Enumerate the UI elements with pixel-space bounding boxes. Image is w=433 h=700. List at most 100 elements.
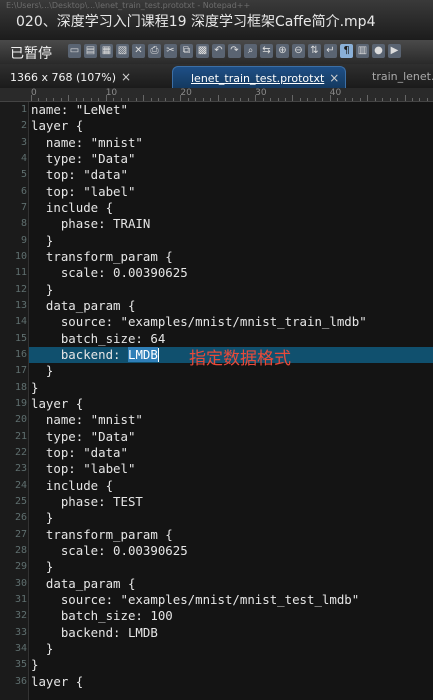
wrap-icon[interactable]: ↵: [324, 44, 337, 58]
ruler-mark: [329, 95, 331, 101]
code-line[interactable]: top: "label": [31, 461, 136, 477]
code-line[interactable]: name: "mnist": [31, 135, 143, 151]
save-all-icon[interactable]: ▧: [116, 44, 129, 58]
undo-icon[interactable]: ↶: [212, 44, 225, 58]
code-line[interactable]: }: [31, 233, 53, 249]
code-line[interactable]: source: "examples/mnist/mnist_train_lmdb…: [31, 314, 367, 330]
find-icon[interactable]: ⌕: [244, 44, 257, 58]
code-line[interactable]: }: [31, 363, 53, 379]
ruler-mark: [277, 98, 279, 101]
code-line[interactable]: source: "examples/mnist/mnist_test_lmdb": [31, 592, 359, 608]
code-line[interactable]: scale: 0.00390625: [31, 265, 188, 281]
code-line[interactable]: }: [31, 559, 53, 575]
code-line[interactable]: type: "Data": [31, 151, 136, 167]
code-line[interactable]: }: [31, 641, 53, 657]
sync-icon[interactable]: ⇅: [308, 44, 321, 58]
code-editor[interactable]: 1 2 3 4 5 6 7 8 9 10 11 12 13 14 15 16 17 18 19 20 21 22 23 24 2…: [0, 102, 433, 700]
code-line[interactable]: batch_size: 100: [31, 608, 173, 624]
print-icon[interactable]: ⎙: [148, 44, 161, 58]
ruler-mark: [120, 98, 122, 101]
code-line[interactable]: phase: TEST: [31, 494, 143, 510]
open-file-icon[interactable]: ▤: [84, 44, 97, 58]
indent-guide-icon[interactable]: ▥: [356, 44, 369, 58]
ruler-mark: [359, 98, 361, 101]
paste-icon[interactable]: ▩: [196, 44, 209, 58]
code-line[interactable]: top: "label": [31, 184, 136, 200]
code-line[interactable]: name: "mnist": [31, 412, 143, 428]
red-annotation: 指定数据格式: [189, 348, 291, 369]
code-line[interactable]: data_param {: [31, 576, 136, 592]
tab-lenet-train-test[interactable]: lenet_train_test.prototxt ×: [172, 66, 346, 88]
code-line[interactable]: type: "Data": [31, 429, 136, 445]
close-icon[interactable]: ✕: [132, 44, 145, 58]
code-line[interactable]: top: "data": [31, 167, 128, 183]
tab-train-lenet[interactable]: train_lenet.sh: [352, 66, 433, 88]
copy-icon[interactable]: ⧉: [180, 44, 193, 58]
tab-label: lenet_train_test.prototxt: [191, 72, 325, 85]
line-number: 16: [14, 348, 27, 360]
code-line[interactable]: layer {: [31, 674, 83, 690]
show-all-icon[interactable]: ¶: [340, 44, 353, 58]
ruler-mark: [404, 95, 406, 101]
code-line[interactable]: top: "data": [31, 445, 128, 461]
ruler-mark: [157, 98, 159, 101]
code-line[interactable]: transform_param {: [31, 527, 173, 543]
ruler-mark: [45, 98, 47, 101]
ruler-mark: [389, 98, 391, 101]
window-path: E:\Users\...\Desktop\...\lenet_train_tes…: [6, 1, 251, 10]
code-line[interactable]: scale: 0.00390625: [31, 543, 188, 559]
code-line[interactable]: data_param {: [31, 298, 136, 314]
macro-play-icon[interactable]: ▶: [388, 44, 401, 58]
save-icon[interactable]: ▦: [100, 44, 113, 58]
line-number: 11: [14, 267, 27, 279]
line-number: 17: [14, 365, 27, 377]
ruler-mark: [299, 98, 301, 101]
line-number: 31: [14, 593, 27, 605]
macro-record-icon[interactable]: ●: [372, 44, 385, 58]
zoom-in-icon[interactable]: ⊕: [276, 44, 289, 58]
ruler-mark: [98, 98, 100, 101]
ruler-mark: [344, 98, 346, 101]
line-number: 28: [14, 544, 27, 556]
replace-icon[interactable]: ⇆: [260, 44, 273, 58]
ruler-tick-label: 10: [105, 88, 118, 98]
line-number: 34: [14, 642, 27, 654]
redo-icon[interactable]: ↷: [228, 44, 241, 58]
code-line[interactable]: }: [31, 282, 53, 298]
ruler-mark: [53, 98, 55, 101]
code-line[interactable]: }: [31, 510, 53, 526]
code-line[interactable]: batch_size: 64: [31, 331, 165, 347]
code-line[interactable]: phase: TRAIN: [31, 216, 151, 232]
close-icon[interactable]: ×: [121, 70, 131, 84]
code-line[interactable]: name: "LeNet": [31, 102, 128, 118]
code-line[interactable]: backend: LMDB: [31, 346, 159, 363]
ruler-mark: [172, 98, 174, 101]
code-line[interactable]: }: [31, 380, 38, 396]
line-number: 29: [14, 561, 27, 573]
ruler-mark: [135, 98, 137, 101]
text-caret: [157, 348, 159, 363]
ruler-mark: [374, 98, 376, 101]
ruler-mark: [426, 98, 428, 101]
code-line[interactable]: include {: [31, 200, 113, 216]
cut-icon[interactable]: ✂: [164, 44, 177, 58]
toolbar: 已暂停 ▭ ▤ ▦ ▧ ✕ ⎙ ✂ ⧉ ▩ ↶ ↷ ⌕ ⇆ ⊕ ⊖ ⇅ ↵ ¶ ▥ ● ▶: [0, 40, 433, 64]
code-line[interactable]: layer {: [31, 396, 83, 412]
close-icon[interactable]: ×: [329, 71, 339, 85]
code-line[interactable]: }: [31, 657, 38, 673]
new-file-icon[interactable]: ▭: [68, 44, 81, 58]
code-line[interactable]: layer {: [31, 118, 83, 134]
code-line[interactable]: backend: LMDB: [31, 625, 158, 641]
ruler-mark: [90, 98, 92, 101]
ruler-mark: [143, 95, 145, 101]
code-line[interactable]: transform_param {: [31, 249, 173, 265]
code-line[interactable]: include {: [31, 478, 113, 494]
ruler-mark: [411, 98, 413, 101]
ruler-mark: [31, 95, 32, 101]
line-number: 36: [14, 675, 27, 687]
ruler-mark: [217, 95, 219, 101]
line-number: 13: [14, 299, 27, 311]
zoom-out-icon[interactable]: ⊖: [292, 44, 305, 58]
ruler-mark: [83, 98, 85, 101]
line-number: 6: [20, 185, 27, 197]
